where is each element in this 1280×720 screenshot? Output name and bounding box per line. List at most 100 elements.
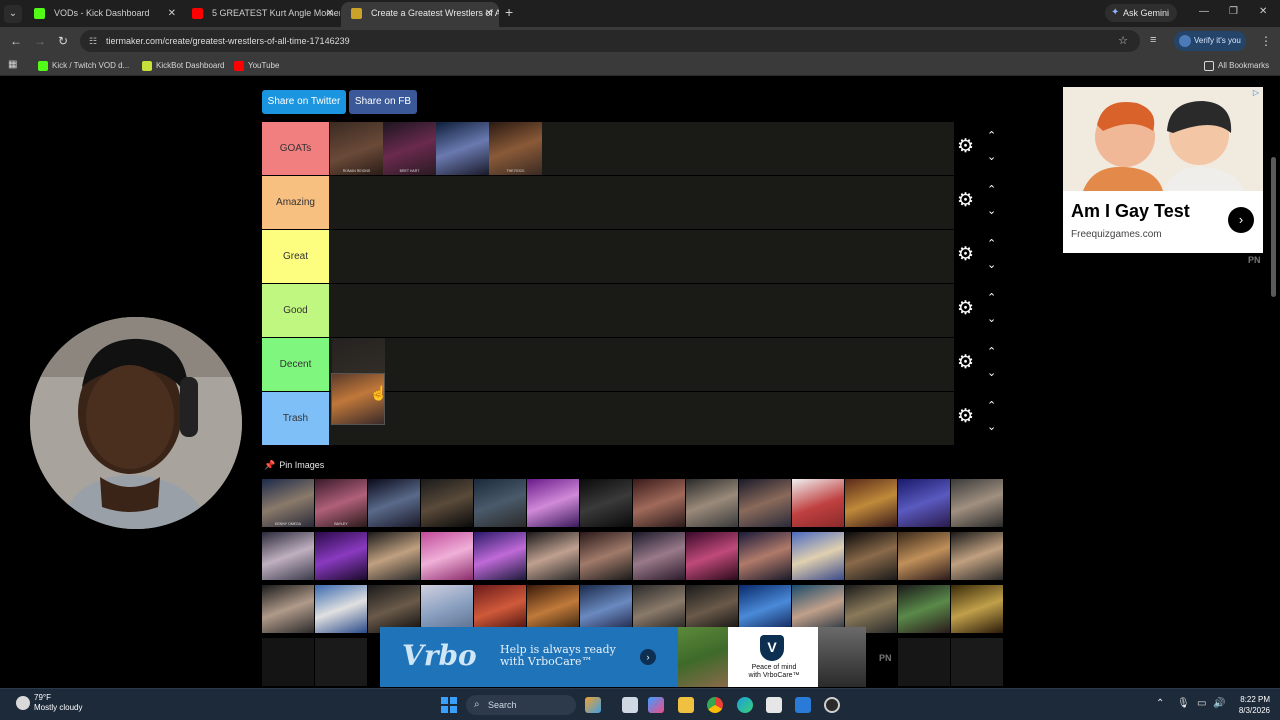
share-twitter-button[interactable]: Share on Twitter xyxy=(262,90,346,114)
tab-tiermaker[interactable]: Create a Greatest Wrestlers of A ✕ xyxy=(341,2,499,27)
chevron-up-icon[interactable]: ⌃ xyxy=(1156,698,1164,709)
close-tab-icon[interactable]: ✕ xyxy=(485,2,493,25)
chevron-down-icon[interactable]: ⌄ xyxy=(987,422,996,433)
copilot-icon[interactable] xyxy=(648,697,664,713)
pool-item[interactable] xyxy=(686,479,738,527)
minimize-icon[interactable]: — xyxy=(1199,6,1209,17)
pool-item[interactable] xyxy=(580,585,632,633)
microphone-icon[interactable]: 🎙 xyxy=(1177,698,1190,709)
tier-item-the-rock[interactable]: THE ROCK xyxy=(489,122,542,175)
pool-item[interactable] xyxy=(315,585,367,633)
address-bar[interactable]: ☷ tiermaker.com/create/greatest-wrestler… xyxy=(80,30,1140,52)
file-explorer-icon[interactable] xyxy=(678,697,694,713)
tier-item-wrestler[interactable] xyxy=(436,122,489,175)
taskbar-search[interactable]: ⌕ Search xyxy=(466,695,576,715)
browser-menu-icon[interactable]: ⋮ xyxy=(1260,34,1272,48)
network-icon[interactable]: ▭ xyxy=(1197,698,1206,709)
close-tab-icon[interactable]: ✕ xyxy=(168,2,176,25)
reload-icon[interactable]: ↻ xyxy=(58,34,68,48)
bookmark-kickbot[interactable]: KickBot Dashboard xyxy=(142,59,224,73)
tier-label[interactable]: Good xyxy=(262,284,329,337)
pool-item[interactable] xyxy=(633,585,685,633)
chrome-icon[interactable] xyxy=(707,697,723,713)
pool-item[interactable] xyxy=(898,532,950,580)
chevron-down-icon[interactable]: ⌄ xyxy=(987,314,996,325)
pool-item[interactable] xyxy=(527,532,579,580)
outlook-icon[interactable] xyxy=(795,697,811,713)
pool-item[interactable] xyxy=(633,479,685,527)
sidebar-ad[interactable]: ▷ Am I Gay Test Freequizgames.com › xyxy=(1063,87,1263,253)
speaker-icon[interactable]: 🔊 xyxy=(1213,698,1225,709)
bookmark-star-icon[interactable]: ☆ xyxy=(1118,30,1128,52)
pool-item[interactable] xyxy=(315,638,367,686)
tier-label[interactable]: Great xyxy=(262,230,329,283)
obs-icon[interactable] xyxy=(824,697,840,713)
file-icon[interactable] xyxy=(622,697,638,713)
chevron-down-icon[interactable]: ⌄ xyxy=(987,368,996,379)
back-icon[interactable]: ← xyxy=(10,34,22,48)
pool-item[interactable] xyxy=(421,532,473,580)
chevron-up-icon[interactable]: ⌃ xyxy=(987,131,996,142)
close-window-icon[interactable]: ✕ xyxy=(1259,6,1267,17)
chevron-up-icon[interactable]: ⌃ xyxy=(987,347,996,358)
chevron-up-icon[interactable]: ⌃ xyxy=(987,293,996,304)
pool-item[interactable]: BAYLEY xyxy=(315,479,367,527)
tier-label[interactable]: Amazing xyxy=(262,176,329,229)
pool-item[interactable] xyxy=(898,585,950,633)
gear-icon[interactable]: ⚙ xyxy=(957,299,974,319)
all-bookmarks-folder[interactable]: All Bookmarks xyxy=(1204,59,1269,73)
pool-item[interactable]: KENNY OMEGA xyxy=(262,479,314,527)
pool-item[interactable] xyxy=(262,638,314,686)
pool-item[interactable] xyxy=(474,479,526,527)
pool-item[interactable] xyxy=(951,532,1003,580)
pool-item[interactable] xyxy=(792,479,844,527)
chevron-down-icon[interactable]: ⌄ xyxy=(987,206,996,217)
taskbar-clock[interactable]: 8:22 PM 8/3/2026 xyxy=(1228,694,1270,716)
pool-item[interactable] xyxy=(686,532,738,580)
tier-label[interactable]: GOATs xyxy=(262,122,329,175)
tier-label[interactable]: Decent xyxy=(262,338,329,391)
pool-item[interactable] xyxy=(845,479,897,527)
verify-profile-button[interactable]: Verify it's you xyxy=(1174,31,1246,51)
gear-icon[interactable]: ⚙ xyxy=(957,353,974,373)
bottom-ad[interactable]: Vrbo Help is always ready with VrboCare™… xyxy=(380,627,866,687)
pool-item[interactable] xyxy=(739,532,791,580)
pool-item[interactable] xyxy=(951,585,1003,633)
weather-widget[interactable]: 79°F Mostly cloudy xyxy=(16,693,82,713)
gear-icon[interactable]: ⚙ xyxy=(957,137,974,157)
ad-arrow-button[interactable]: › xyxy=(1228,207,1254,233)
pool-item[interactable] xyxy=(262,532,314,580)
pool-item[interactable] xyxy=(845,532,897,580)
chevron-up-icon[interactable]: ⌃ xyxy=(987,401,996,412)
gear-icon[interactable]: ⚙ xyxy=(957,407,974,427)
pool-item[interactable] xyxy=(951,638,1003,686)
widget-icon[interactable] xyxy=(585,697,601,713)
pool-item[interactable] xyxy=(421,585,473,633)
pool-item[interactable] xyxy=(474,585,526,633)
pool-item[interactable] xyxy=(686,585,738,633)
close-tab-icon[interactable]: ✕ xyxy=(326,2,334,25)
site-info-icon[interactable]: ☷ xyxy=(89,30,97,52)
pool-item[interactable] xyxy=(739,479,791,527)
pool-item[interactable] xyxy=(421,479,473,527)
vrbo-arrow-button[interactable]: › xyxy=(640,649,656,665)
apps-grid-icon[interactable]: ▦ xyxy=(8,58,17,72)
tab-search-icon[interactable]: ≡ xyxy=(1150,34,1156,46)
tab-search-button[interactable]: ⌄ xyxy=(4,5,22,23)
windows-start-icon[interactable] xyxy=(441,697,457,713)
pool-item[interactable] xyxy=(315,532,367,580)
pool-item[interactable] xyxy=(792,585,844,633)
gear-icon[interactable]: ⚙ xyxy=(957,191,974,211)
pool-item[interactable] xyxy=(368,479,420,527)
pin-images-toggle[interactable]: 📌 Pin Images xyxy=(264,460,324,471)
bookmark-youtube[interactable]: YouTube xyxy=(234,59,279,73)
chevron-down-icon[interactable]: ⌄ xyxy=(987,260,996,271)
pool-item[interactable] xyxy=(898,479,950,527)
tab-youtube-video[interactable]: 5 GREATEST Kurt Angle Momen ✕ xyxy=(182,2,340,27)
pool-item[interactable] xyxy=(368,585,420,633)
pool-item[interactable] xyxy=(262,585,314,633)
tier-item-bret-hart[interactable]: BRET HART xyxy=(383,122,436,175)
pool-item[interactable] xyxy=(951,479,1003,527)
edge-icon[interactable] xyxy=(737,697,753,713)
adchoices-icon[interactable]: ▷ xyxy=(1253,88,1259,97)
